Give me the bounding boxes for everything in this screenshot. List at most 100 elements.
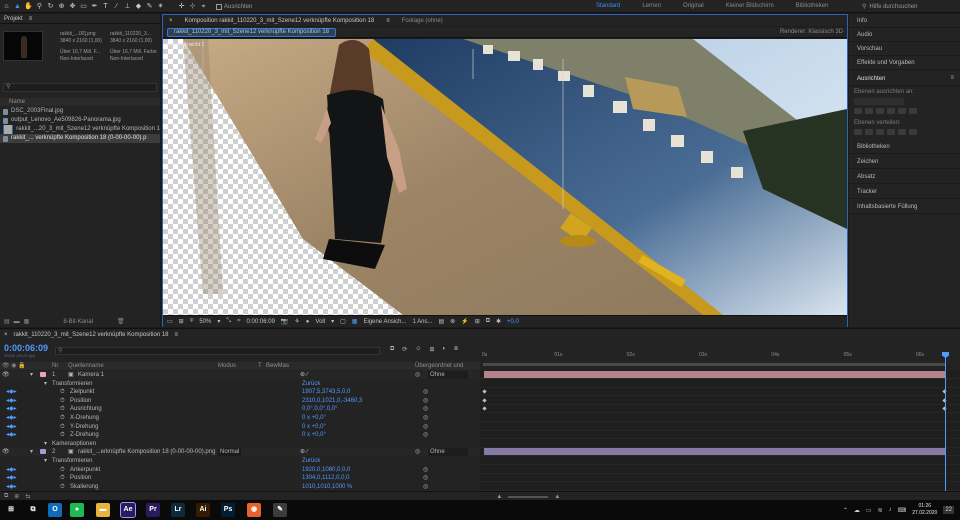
roto-tool-icon[interactable]: ✎	[145, 2, 154, 11]
work-area-bar[interactable]	[483, 363, 945, 366]
property-group[interactable]: ▾ Transformieren Zurück	[0, 380, 480, 388]
snapshot-icon[interactable]: 📷	[281, 318, 288, 325]
project-search-input[interactable]: ⚲	[3, 83, 157, 92]
property-value[interactable]: 2310,0,1021,0,-3460,3	[302, 397, 362, 405]
distribute-hcenter-icon[interactable]	[898, 129, 906, 135]
pickwhip-icon[interactable]: ◎	[415, 371, 420, 379]
layer-row[interactable]: 👁 ▾ 1 ▣ Kamera 1 ⊕ ∕ ◎ Ohne	[0, 371, 480, 379]
windows-icon[interactable]: ⊞	[4, 503, 18, 517]
panel-character[interactable]: Zeichen	[849, 155, 960, 169]
timeline-search-input[interactable]: ⚲	[55, 347, 380, 355]
views-layout-select[interactable]: 1 Ans...	[412, 319, 432, 325]
zoom-tool-icon[interactable]: ⚲	[35, 2, 44, 11]
notes-icon[interactable]: ✎	[273, 503, 287, 517]
track-row[interactable]	[480, 448, 960, 457]
flowchart-icon[interactable]: ⧉	[486, 318, 490, 325]
keyframe-nav-icon[interactable]: ◂◆▸	[6, 388, 17, 396]
outlook-icon[interactable]: O	[48, 503, 62, 517]
expand-arrow-icon[interactable]: ▾	[44, 380, 47, 388]
draft3d-toggle-icon[interactable]: ⟳	[402, 346, 407, 353]
up-arrow-icon[interactable]: ⌃	[843, 507, 848, 514]
blend-mode-select[interactable]: Normal	[218, 448, 242, 457]
expression-pickwhip-icon[interactable]: ◎	[423, 405, 428, 413]
composition-viewport[interactable]: Eigene Ansicht 1	[163, 39, 847, 315]
track-row[interactable]	[480, 388, 960, 397]
panel-menu-icon[interactable]: ≡	[29, 16, 33, 22]
tab-timeline-comp[interactable]: rakkit_110220_3_mit_Szene12 verknüpfte K…	[14, 332, 169, 338]
track-row[interactable]	[480, 483, 960, 491]
quality-select[interactable]: Voll	[315, 319, 325, 325]
render-time-icon[interactable]: ⧉	[4, 493, 8, 500]
property-value[interactable]: 1304,0,1112,0,0,0	[302, 474, 350, 482]
chevron-down-icon[interactable]: ▾	[217, 318, 220, 325]
rectangle-tool-icon[interactable]: ▭	[79, 2, 88, 11]
layer-name[interactable]: rakkit_...erknüpfte Komposition 18 (0-00…	[78, 448, 215, 456]
view-select[interactable]: Eigene Ansich...	[363, 319, 406, 325]
renderer[interactable]: Renderer: Klassisch 3D	[780, 29, 843, 35]
align-left-icon[interactable]	[854, 108, 862, 114]
premiere-icon[interactable]: Pr	[146, 503, 160, 517]
clock[interactable]: 01:26 27.02.2020	[912, 503, 937, 517]
parent-select[interactable]: Ohne	[428, 448, 468, 457]
distribute-top-icon[interactable]	[854, 129, 862, 135]
color-channel-icon[interactable]: ●	[306, 319, 310, 325]
help-search[interactable]: ⚲ Hilfe durchsuchen	[862, 2, 954, 11]
expression-pickwhip-icon[interactable]: ◎	[423, 474, 428, 482]
keyframe-nav-icon[interactable]: ◂◆▸	[6, 483, 17, 491]
column-source-name[interactable]: Quellenname	[68, 362, 104, 370]
expand-arrow-icon[interactable]: ▾	[44, 457, 47, 465]
visibility-icon[interactable]: 👁	[2, 371, 10, 379]
time-ruler[interactable]: 0s 01s 02s 03s 04s 05s 06s	[480, 343, 960, 369]
puppet-tool-icon[interactable]: ✶	[156, 2, 165, 11]
illustrator-icon[interactable]: Ai	[196, 503, 210, 517]
brush-tool-icon[interactable]: ∕	[112, 2, 121, 11]
reset-link[interactable]: Zurück	[302, 380, 320, 388]
playhead-line[interactable]	[945, 357, 946, 501]
close-icon[interactable]: ×	[4, 332, 8, 338]
workspace-lernen[interactable]: Lernen	[631, 0, 672, 13]
eraser-tool-icon[interactable]: ◆	[134, 2, 143, 11]
expression-pickwhip-icon[interactable]: ◎	[423, 466, 428, 474]
track-row[interactable]	[480, 380, 960, 388]
new-comp-icon[interactable]: ▦	[24, 318, 30, 325]
stopwatch-icon[interactable]: ⏱	[60, 405, 65, 413]
workspace-standard[interactable]: Standard	[585, 0, 631, 13]
property-row[interactable]: ◂◆▸ ⏱ X-Drehung 0 x +0,0° ◎	[0, 414, 480, 422]
track-row[interactable]	[480, 405, 960, 414]
keyframe-marker[interactable]	[482, 389, 487, 394]
fit-icon[interactable]: ⤡	[226, 318, 231, 325]
align-vcenter-icon[interactable]	[898, 108, 906, 114]
volume-icon[interactable]: ♪	[889, 507, 892, 513]
expand-arrow-icon[interactable]: ▾	[30, 371, 33, 379]
panel-paragraph[interactable]: Absatz	[849, 170, 960, 184]
fast-preview-icon[interactable]: ⚡	[461, 318, 468, 325]
axis-view-icon[interactable]: ⌖	[199, 2, 208, 11]
track-row[interactable]	[480, 423, 960, 431]
after-effects-icon[interactable]: Ae	[120, 502, 136, 518]
property-row[interactable]: ◂◆▸ ⏱ Y-Drehung 0 x +0,0° ◎	[0, 423, 480, 431]
panel-effects-presets[interactable]: Effekte und Vorgaben	[849, 56, 960, 70]
property-row[interactable]: ◂◆▸ ⏱ Position 1304,0,1112,0,0,0 ◎	[0, 474, 480, 482]
property-row[interactable]: ◂◆▸ ⏱ Ausrichtung 0,0°,0,0°,0,0° ◎	[0, 405, 480, 413]
project-title[interactable]: Projekt	[4, 16, 23, 22]
transparency-grid-icon[interactable]: ▦	[352, 318, 358, 325]
track-row[interactable]	[480, 371, 960, 379]
pen-tool-icon[interactable]: ✒	[90, 2, 99, 11]
hand-tool-icon[interactable]: ✋	[24, 2, 33, 11]
frame-blend-icon[interactable]: ⊞	[429, 346, 434, 353]
pan-behind-icon[interactable]: ✥	[68, 2, 77, 11]
task-view-icon[interactable]: ⧉	[26, 503, 40, 517]
align-to-select[interactable]	[854, 98, 904, 105]
expand-icon[interactable]: ⊕	[14, 493, 19, 500]
track-row[interactable]	[480, 431, 960, 440]
stopwatch-icon[interactable]: ⏱	[60, 466, 65, 474]
spotify-icon[interactable]: ●	[70, 503, 84, 517]
lightroom-icon[interactable]: Lr	[171, 503, 185, 517]
panel-menu-icon[interactable]: ≡	[175, 332, 179, 338]
expand-arrow-icon[interactable]: ▾	[30, 448, 33, 456]
selection-tool-icon[interactable]: ▲	[13, 2, 22, 11]
grid-icon[interactable]: ⊞	[179, 318, 184, 325]
property-value[interactable]: 1907,5,3743,5,0,0	[302, 388, 350, 396]
motion-blur-icon[interactable]: ◐	[443, 346, 447, 353]
tab-composition[interactable]: Komposition rakkit_110220_3_mit_Szene12 …	[179, 18, 381, 24]
